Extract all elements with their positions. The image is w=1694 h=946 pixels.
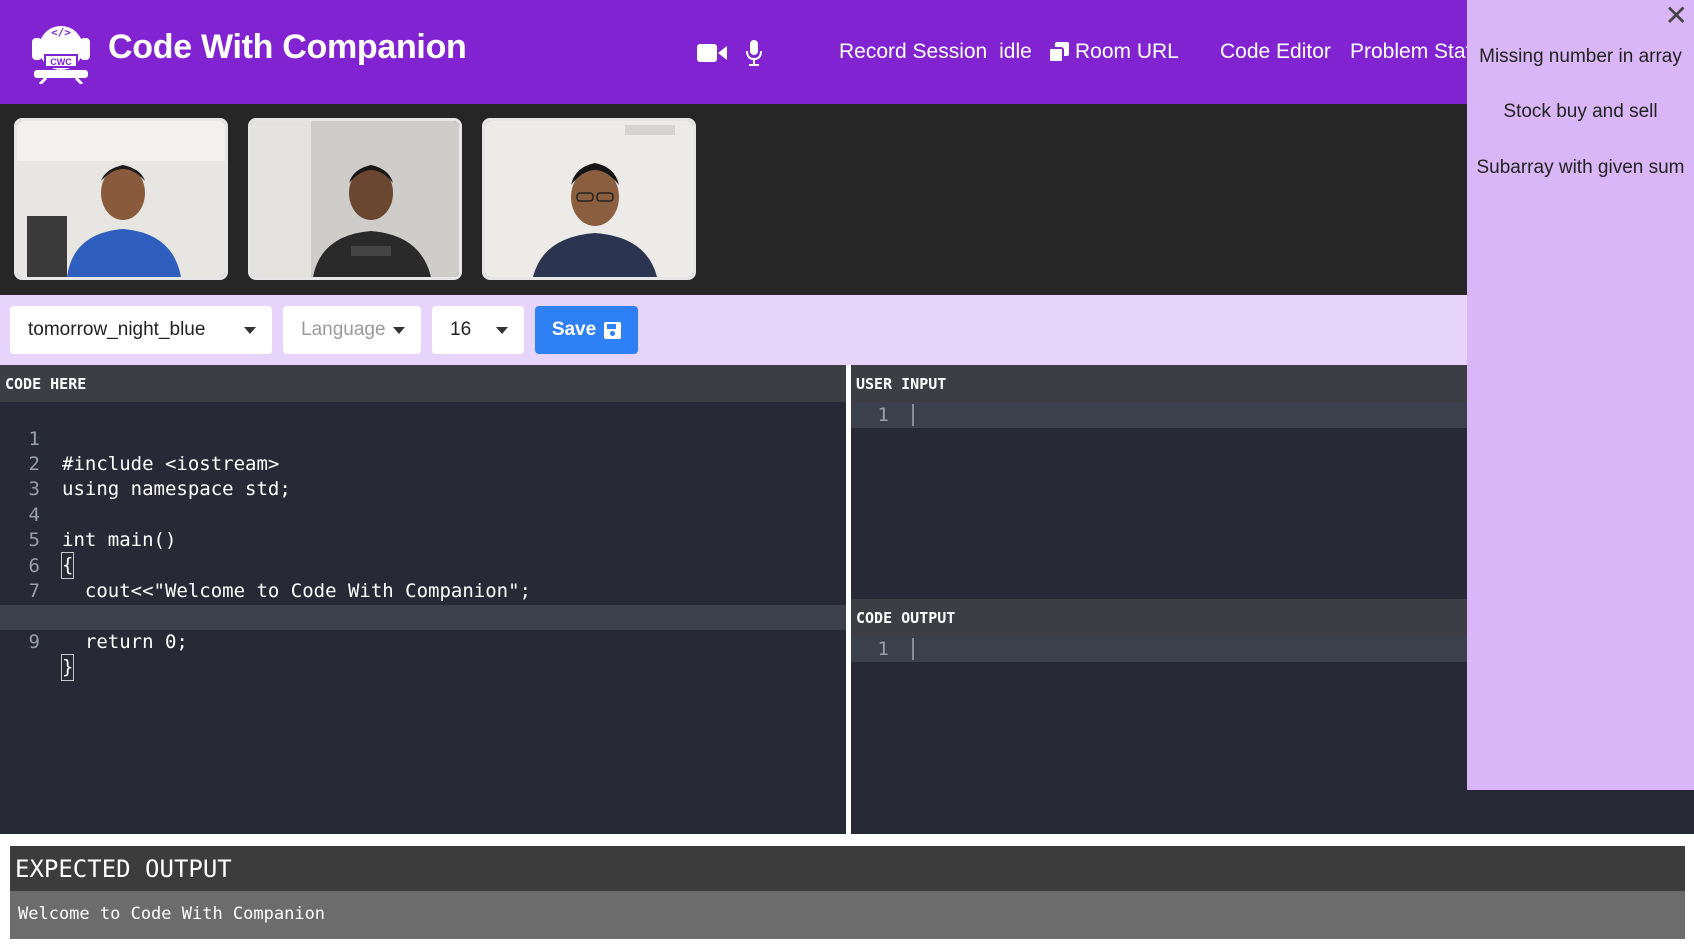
close-icon[interactable]: ✕ — [1665, 2, 1688, 30]
code-line: 1 #include <iostream> — [0, 402, 846, 475]
language-select[interactable]: Language — [283, 306, 421, 354]
editor-toolbar: tomorrow_night_blue Language 16 Save — [0, 295, 1467, 365]
top-navbar: CWC </> Code With Companion Record Sessi… — [0, 0, 1694, 104]
chevron-down-icon — [393, 327, 405, 334]
copy-icon — [1049, 42, 1069, 62]
room-url-button[interactable]: Room URL — [1049, 40, 1179, 64]
code-output-header: CODE OUTPUT — [851, 599, 1467, 636]
user-input-editor[interactable]: 1 — [851, 402, 1467, 599]
expected-output-section: EXPECTED OUTPUT Welcome to Code With Com… — [0, 834, 1694, 946]
cwc-logo-icon[interactable]: CWC </> — [26, 18, 96, 84]
code-text: } — [60, 654, 75, 681]
room-url-label: Room URL — [1075, 40, 1179, 63]
problem-list-panel: ✕ Missing number in array Stock buy and … — [1467, 0, 1694, 790]
video-strip — [0, 104, 1467, 295]
chevron-down-icon — [496, 327, 508, 334]
save-button[interactable]: Save — [535, 306, 638, 354]
font-size-select-value: 16 — [450, 319, 472, 340]
participant-video — [485, 121, 693, 277]
code-line-active: 9 } — [0, 605, 846, 681]
output-area-extension — [1467, 790, 1694, 834]
input-line: 1 — [851, 402, 1467, 428]
chevron-down-icon — [244, 327, 256, 334]
text-cursor — [912, 638, 914, 660]
user-input-header: USER INPUT — [851, 365, 1467, 402]
problem-item-missing-number[interactable]: Missing number in array — [1467, 46, 1694, 68]
expected-output-text: Welcome to Code With Companion — [10, 891, 1685, 939]
code-editor-header: CODE HERE — [0, 365, 846, 402]
record-status: idle — [999, 40, 1032, 63]
participant-video — [17, 121, 225, 277]
expected-output-header: EXPECTED OUTPUT — [10, 846, 1685, 891]
output-line: 1 — [851, 636, 1467, 662]
microphone-icon[interactable] — [745, 40, 763, 66]
code-line: 5 { — [0, 503, 846, 579]
code-text: return 0; — [62, 631, 188, 653]
language-select-value: Language — [301, 319, 386, 340]
theme-select[interactable]: tomorrow_night_blue — [10, 306, 272, 354]
video-tile-participant-3[interactable] — [482, 118, 696, 280]
theme-select-value: tomorrow_night_blue — [28, 319, 206, 340]
font-size-select[interactable]: 16 — [432, 306, 524, 354]
code-line: 3 — [0, 452, 846, 500]
problem-item-subarray-sum[interactable]: Subarray with given sum — [1467, 157, 1694, 179]
code-editor[interactable]: 1 #include <iostream> 2 using namespace … — [0, 402, 846, 834]
problem-item-stock-buy-sell[interactable]: Stock buy and sell — [1467, 101, 1694, 123]
code-output-editor[interactable]: 1 — [851, 636, 1467, 834]
svg-text:</>: </> — [51, 26, 71, 39]
code-line: 4 int main() — [0, 478, 846, 551]
line-number: 1 — [877, 404, 889, 426]
app-title: Code With Companion — [108, 28, 467, 66]
svg-text:CWC: CWC — [50, 57, 72, 67]
line-number: 1 — [877, 638, 889, 660]
code-editor-link[interactable]: Code Editor — [1220, 40, 1331, 64]
video-tile-participant-2[interactable] — [248, 118, 462, 280]
video-camera-icon[interactable] — [697, 43, 727, 63]
video-tile-participant-1[interactable] — [14, 118, 228, 280]
record-session-button[interactable]: Record Session idle — [839, 40, 1032, 64]
save-button-label: Save — [551, 319, 597, 340]
code-line: 8 return 0; — [0, 580, 846, 653]
code-line: 7 — [0, 554, 846, 602]
code-line: 2 using namespace std; — [0, 427, 846, 500]
participant-video — [251, 121, 459, 277]
problem-statement-link[interactable]: Problem Stat — [1350, 40, 1471, 64]
code-line: 6 cout<<"Welcome to Code With Companion"… — [0, 529, 846, 602]
record-session-label: Record Session — [839, 40, 988, 63]
floppy-disk-icon — [604, 321, 622, 339]
line-number: 9 — [28, 631, 40, 653]
text-cursor — [912, 404, 914, 426]
